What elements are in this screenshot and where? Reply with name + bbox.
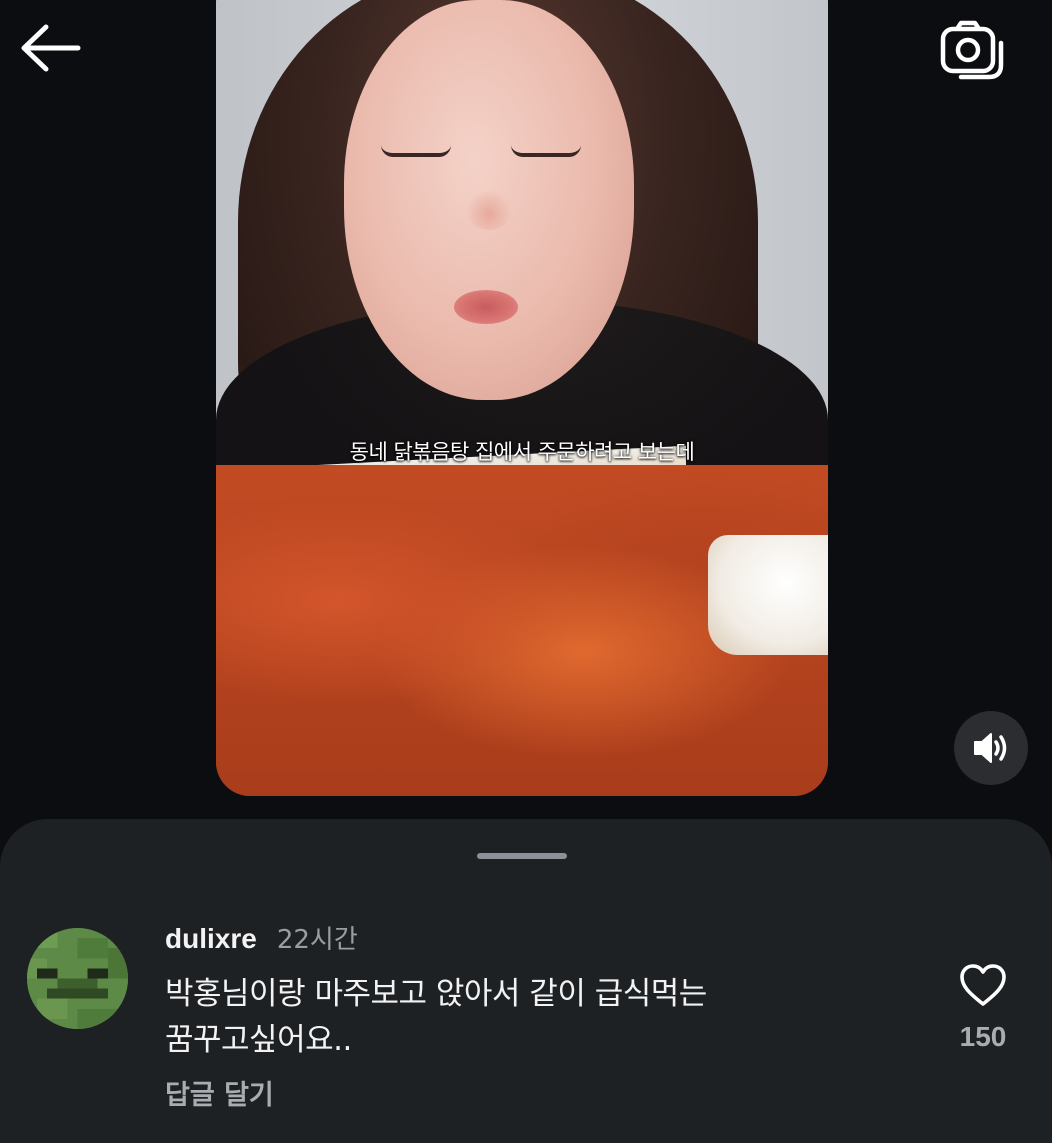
comment-meta: dulixre 22시간 (165, 919, 358, 956)
reply-button[interactable]: 답글 달기 (165, 1073, 274, 1112)
avatar[interactable] (27, 928, 128, 1029)
comment-username[interactable]: dulixre (165, 923, 257, 955)
back-button[interactable] (14, 22, 84, 74)
arrow-left-icon (21, 24, 81, 72)
sheet-drag-handle[interactable] (477, 853, 567, 859)
comment-timestamp: 22시간 (276, 925, 358, 955)
sound-toggle-button[interactable] (954, 711, 1028, 785)
video-person-eye-right (511, 145, 581, 157)
comment-text-line-2: 꿈꾸고싶어요.. (165, 1022, 352, 1058)
video-player[interactable]: 동네 닭볶음탕 집에서 주문하려고 보는데 (216, 0, 828, 796)
video-person-mouth (454, 290, 518, 324)
comment-body: 박홍님이랑 마주보고 앉아서 같이 급식먹는 꿈꾸고싶어요.. (165, 971, 865, 1063)
video-person-nose (466, 190, 512, 230)
pixel-zombie-avatar-icon (27, 928, 128, 1029)
rice-bowl (708, 535, 828, 655)
heart-outline-icon (960, 964, 1006, 1006)
camera-flip-icon (940, 20, 1004, 80)
like-count: 150 (959, 1021, 1007, 1052)
speaker-volume-icon (974, 733, 1007, 763)
camera-button[interactable] (936, 16, 1008, 84)
video-person-eye-left (381, 145, 451, 157)
comments-sheet: dulixre 22시간 박홍님이랑 마주보고 앉아서 같이 급식먹는 꿈꾸고싶… (0, 819, 1052, 1143)
reel-comments-screen: 동네 닭볶음탕 집에서 주문하려고 보는데 dulixre 22시간 박홍님이랑… (0, 0, 1052, 1143)
comment-text-line-1: 박홍님이랑 마주보고 앉아서 같이 급식먹는 (165, 976, 707, 1012)
like-button[interactable] (955, 959, 1011, 1011)
video-subtitle: 동네 닭볶음탕 집에서 주문하려고 보는데 (349, 440, 695, 464)
